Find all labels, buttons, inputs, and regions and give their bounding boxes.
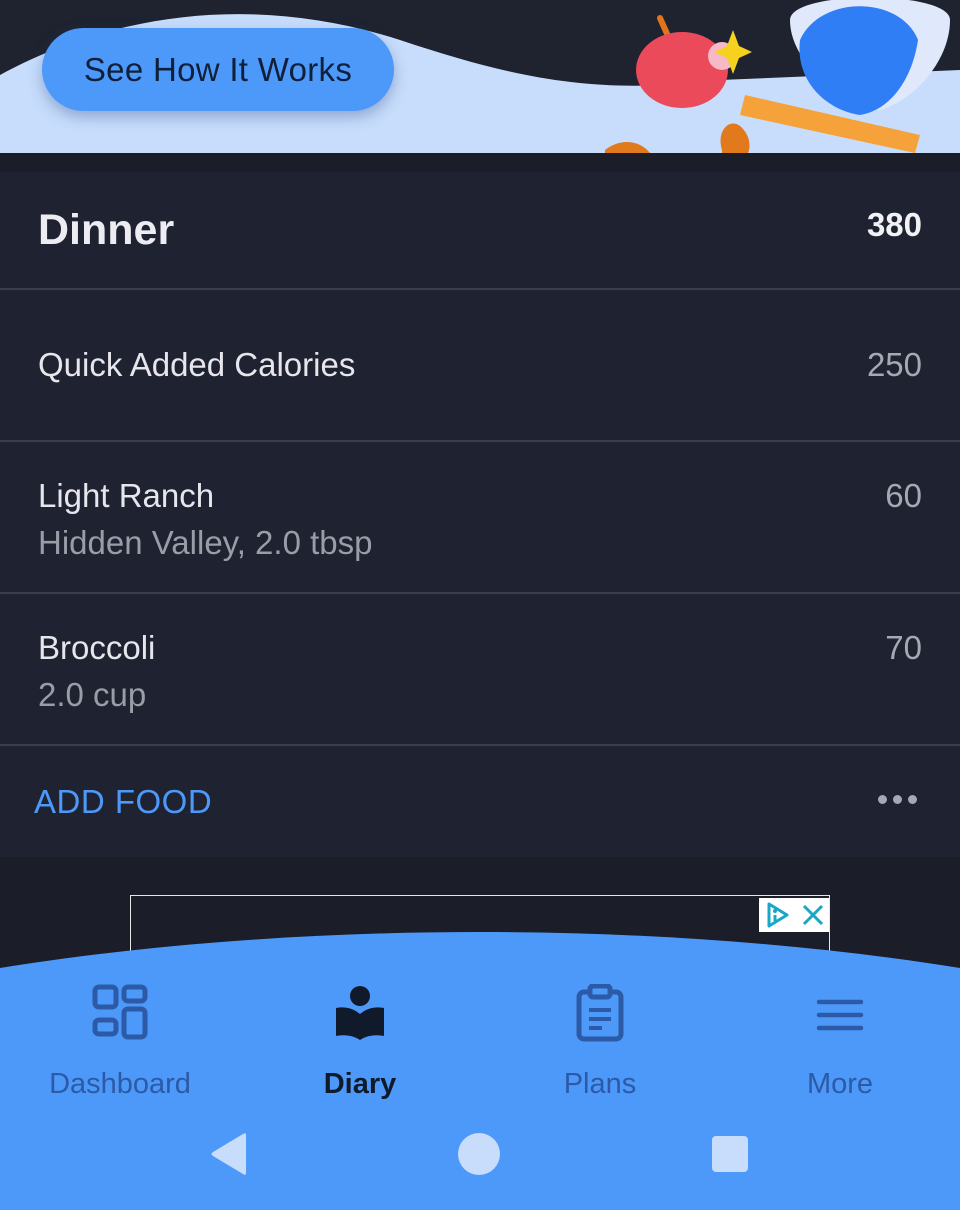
- nav-plans[interactable]: Plans: [480, 982, 720, 1100]
- system-home-icon[interactable]: [457, 1132, 501, 1176]
- food-name: Light Ranch: [38, 477, 215, 514]
- food-calories: 250: [866, 346, 922, 383]
- food-detail: 2.0 cup: [38, 676, 147, 713]
- dashboard-icon: [92, 984, 148, 1040]
- food-entry-row[interactable]: Broccoli 2.0 cup 70: [0, 594, 960, 746]
- ad-choices-badge[interactable]: [759, 898, 829, 932]
- food-calories: 70: [885, 629, 922, 666]
- food-name: Broccoli: [38, 629, 156, 666]
- food-name: Quick Added Calories: [38, 346, 356, 383]
- promo-banner: See How It Works: [0, 0, 960, 153]
- ad-choices-icon: [767, 902, 788, 928]
- nav-label: Dashboard: [49, 1068, 191, 1100]
- nav-label: More: [806, 1068, 874, 1100]
- system-back-icon[interactable]: [208, 1132, 250, 1176]
- diary-icon: [336, 986, 384, 1040]
- meal-header: Dinner 380: [0, 172, 960, 290]
- nav-more[interactable]: More: [720, 982, 960, 1100]
- see-how-it-works-button[interactable]: See How It Works: [42, 28, 394, 111]
- ad-close-icon[interactable]: [801, 903, 825, 927]
- food-calories: 60: [885, 477, 922, 514]
- meal-total-calories: 380: [866, 206, 922, 243]
- more-options-icon[interactable]: [878, 792, 920, 806]
- nav-label: Plans: [563, 1068, 637, 1100]
- dinner-meal-card: Dinner 380 Quick Added Calories 250 Ligh…: [0, 172, 960, 857]
- add-food-button[interactable]: ADD FOOD: [34, 783, 212, 821]
- food-entry-row[interactable]: Light Ranch Hidden Valley, 2.0 tbsp 60: [0, 442, 960, 594]
- menu-icon: [816, 999, 864, 1031]
- nav-diary[interactable]: Diary: [240, 982, 480, 1100]
- nav-dashboard[interactable]: Dashboard: [0, 982, 240, 1100]
- nav-label: Diary: [323, 1068, 397, 1100]
- clipboard-icon: [576, 984, 624, 1042]
- food-detail: Hidden Valley, 2.0 tbsp: [38, 524, 373, 561]
- system-recents-icon[interactable]: [711, 1135, 749, 1173]
- food-entry-row[interactable]: Quick Added Calories 250: [0, 290, 960, 442]
- meal-title: Dinner: [38, 206, 175, 254]
